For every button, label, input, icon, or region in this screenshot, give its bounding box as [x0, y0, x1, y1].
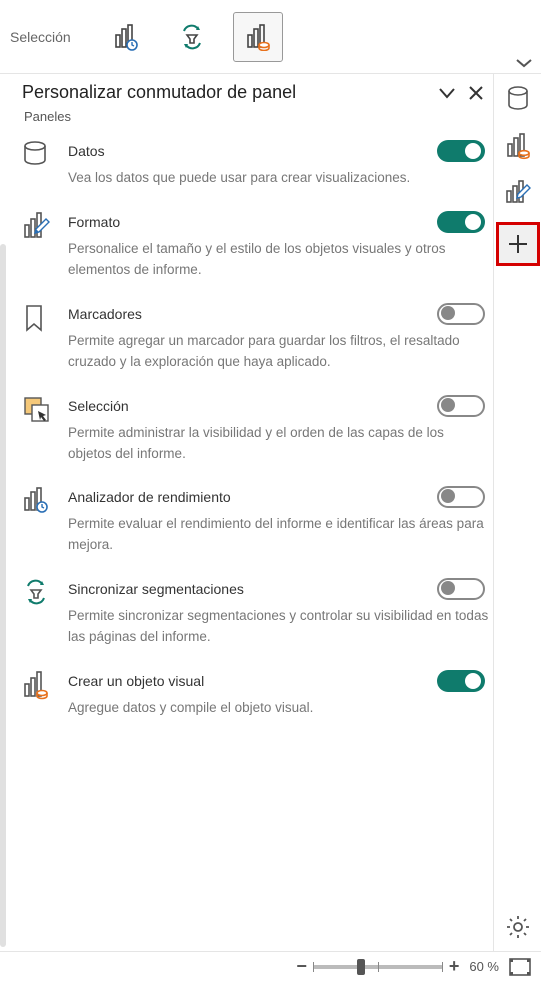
panel-subtitle: Paneles: [24, 109, 491, 124]
fit-to-page-icon[interactable]: [509, 958, 531, 976]
rail-data-icon[interactable]: [498, 80, 538, 120]
right-rail: [493, 74, 541, 951]
format-icon: [22, 211, 68, 281]
status-bar: − + 60 %: [0, 951, 541, 981]
item-label: Analizador de rendimiento: [68, 489, 437, 505]
item-label: Datos: [68, 143, 437, 159]
rail-build-visual-icon[interactable]: [498, 126, 538, 166]
selection-icon: [22, 395, 68, 465]
toggle-analizador[interactable]: [437, 486, 485, 508]
zoom-value: 60 %: [469, 959, 499, 974]
toolbar-icon-group: [101, 12, 283, 62]
zoom-in-button[interactable]: +: [449, 956, 460, 977]
panel-item-marcadores: Marcadores Permite agregar un marcador p…: [22, 303, 491, 373]
rail-add-button[interactable]: [496, 222, 540, 266]
rail-settings-icon[interactable]: [498, 907, 538, 947]
panel-item-sincronizar: Sincronizar segmentaciones Permite sincr…: [22, 578, 491, 648]
item-desc: Permite agregar un marcador para guardar…: [68, 331, 491, 373]
item-label: Sincronizar segmentaciones: [68, 581, 437, 597]
item-desc: Permite sincronizar segmentaciones y con…: [68, 606, 491, 648]
item-label: Selección: [68, 398, 437, 414]
panel-item-formato: Formato Personalice el tamaño y el estil…: [22, 211, 491, 281]
panel-item-seleccion: Selección Permite administrar la visibil…: [22, 395, 491, 465]
customize-panel: Personalizar conmutador de panel Paneles: [0, 74, 493, 951]
top-toolbar: Selección: [0, 0, 541, 74]
zoom-slider[interactable]: [313, 965, 443, 969]
sync-icon: [22, 578, 68, 648]
bookmark-icon: [22, 303, 68, 373]
toggle-datos[interactable]: [437, 140, 485, 162]
performance-icon: [22, 486, 68, 556]
performance-analyzer-icon[interactable]: [101, 12, 151, 62]
panel-title: Personalizar conmutador de panel: [22, 82, 437, 103]
zoom-control: − +: [296, 956, 459, 977]
toggle-seleccion[interactable]: [437, 395, 485, 417]
item-desc: Agregue datos y compile el objeto visual…: [68, 698, 491, 719]
build-visual-panel-icon: [22, 670, 68, 719]
panel-item-analizador: Analizador de rendimiento Permite evalua…: [22, 486, 491, 556]
toolbar-selection-label: Selección: [10, 29, 71, 45]
sync-slicers-icon[interactable]: [167, 12, 217, 62]
toggle-sincronizar[interactable]: [437, 578, 485, 600]
item-label: Marcadores: [68, 306, 437, 322]
item-desc: Personalice el tamaño y el estilo de los…: [68, 239, 491, 281]
collapse-icon[interactable]: [437, 84, 457, 102]
item-label: Crear un objeto visual: [68, 673, 437, 689]
scroll-track[interactable]: [0, 244, 6, 947]
item-label: Formato: [68, 214, 437, 230]
data-icon: [22, 140, 68, 189]
toolbar-expand-chevron[interactable]: [515, 57, 533, 69]
rail-format-icon[interactable]: [498, 172, 538, 212]
toggle-crear[interactable]: [437, 670, 485, 692]
panel-item-crear: Crear un objeto visual Agregue datos y c…: [22, 670, 491, 719]
toggle-marcadores[interactable]: [437, 303, 485, 325]
item-desc: Permite evaluar el rendimiento del infor…: [68, 514, 491, 556]
item-desc: Vea los datos que puede usar para crear …: [68, 168, 491, 189]
toggle-formato[interactable]: [437, 211, 485, 233]
build-visual-icon[interactable]: [233, 12, 283, 62]
item-desc: Permite administrar la visibilidad y el …: [68, 423, 491, 465]
close-icon[interactable]: [467, 84, 485, 102]
panel-item-datos: Datos Vea los datos que puede usar para …: [22, 140, 491, 189]
zoom-out-button[interactable]: −: [296, 956, 307, 977]
